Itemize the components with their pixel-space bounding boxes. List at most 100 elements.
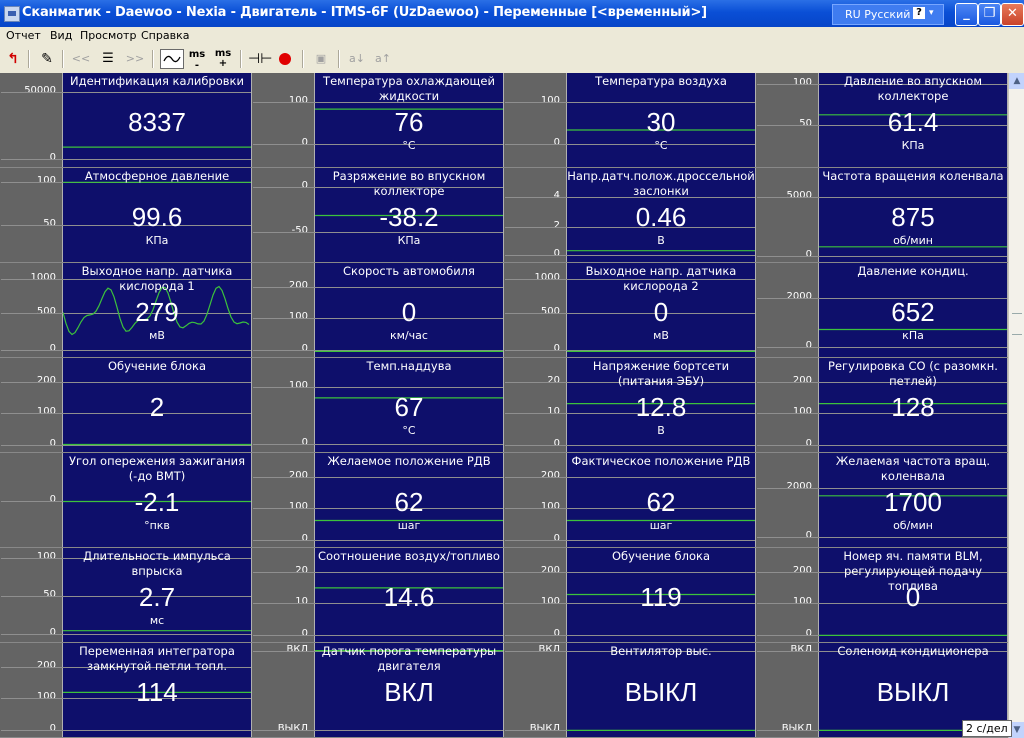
scale-tick-label: 0 xyxy=(301,180,308,191)
sensor-panel[interactable]: Идентификация калибровки 8337 xyxy=(1,73,252,168)
sensor-scale: ВКЛ ВЫКЛ xyxy=(252,643,314,738)
sensor-unit: В xyxy=(657,424,665,437)
scale-gridline xyxy=(505,540,755,541)
sensor-panel[interactable]: Номер яч. памяти BLM, регулирующей подач… xyxy=(757,548,1008,643)
scale-tick-label: 0 xyxy=(301,137,308,149)
sensor-panel[interactable]: Напряжение бортсети (питания ЭБУ) 12.8 В xyxy=(505,358,756,453)
time-scale-decrease-button[interactable]: ms - xyxy=(186,49,208,71)
language-bar[interactable]: RU Русский ? ▾ xyxy=(832,4,944,25)
menu-browse[interactable]: Просмотр xyxy=(80,29,136,42)
sensor-panel[interactable]: Датчик порога температуры двигателя ВКЛ xyxy=(253,643,504,738)
sensor-cell: 100 50 Давление во впускном коллекторе 61.4… xyxy=(756,73,1008,168)
sensor-value: 62 xyxy=(646,487,676,517)
sensor-panel[interactable]: Регулировка CO (с разомкн. петлей) 128 xyxy=(757,358,1008,453)
sensor-value: 62 xyxy=(394,487,424,517)
scale-tick-label: 200 xyxy=(36,374,56,386)
scale-tick-label: 0 xyxy=(301,628,308,640)
sensor-scale: 200 100 0 xyxy=(0,358,62,453)
sort-up-button[interactable]: a↑ xyxy=(372,49,394,69)
scale-gridline xyxy=(505,635,755,636)
sensor-panel[interactable]: Темп.наддува 67 °С xyxy=(253,358,504,453)
sensor-panel[interactable]: Обучение блока 2 xyxy=(1,358,252,453)
sensor-cell: 50000 0 Идентификация калибровки 8337 xyxy=(0,73,252,168)
save-icon[interactable]: ▣ xyxy=(310,49,332,69)
sensor-value: 279 xyxy=(135,297,179,327)
menu-report[interactable]: Отчет xyxy=(6,29,41,42)
sensor-panel[interactable]: Температура воздуха 30 °С xyxy=(505,73,756,168)
waveform-icon[interactable] xyxy=(160,49,184,69)
edit-icon[interactable]: ✎ xyxy=(36,49,58,69)
sensor-panel[interactable]: Переменная интегратора замкнутой петли т… xyxy=(1,643,252,738)
language-label[interactable]: RU Русский xyxy=(845,8,910,21)
scale-tick-label: 0 xyxy=(805,438,812,450)
sensor-scale: 200 100 0 xyxy=(252,453,314,548)
sensor-panel[interactable]: Атмосферное давление 99.6 КПа xyxy=(1,168,252,263)
sensor-cell: 20 10 0 Соотношение воздух/топливо 14.6 xyxy=(252,548,504,643)
help-icon[interactable]: ? xyxy=(913,7,925,19)
scale-tick-label: 100 xyxy=(288,501,308,513)
scale-tick-label: 100 xyxy=(288,379,308,391)
forward-button[interactable]: >> xyxy=(124,49,146,69)
menu-help[interactable]: Справка xyxy=(141,29,189,42)
scale-tick-label: 100 xyxy=(540,94,560,106)
sensor-panel[interactable]: Соотношение воздух/топливо 14.6 xyxy=(253,548,504,643)
scroll-thumb[interactable] xyxy=(1012,313,1022,335)
sensor-panel[interactable]: Разряжение во впускном коллекторе -38.2 КП… xyxy=(253,168,504,263)
sensor-value: 0 xyxy=(905,582,921,612)
sensor-value: 875 xyxy=(891,202,935,232)
sensor-scale: ВКЛ ВЫКЛ xyxy=(756,643,818,738)
sensor-scale: 100 0 xyxy=(252,73,314,168)
sensor-title: Соленоид кондиционера xyxy=(837,644,989,658)
vertical-scrollbar[interactable]: ▲ ▼ xyxy=(1008,73,1024,738)
sensor-panel[interactable]: Температура охлаждающей жидкости 76 °С xyxy=(253,73,504,168)
sensor-value: 0.46 xyxy=(635,202,687,232)
scroll-up-icon[interactable]: ▲ xyxy=(1009,73,1024,89)
scale-tick-label: 20 xyxy=(547,374,560,386)
sensor-panel[interactable]: Угол опережения зажигания (-до ВМТ) -2.1 °… xyxy=(1,453,252,548)
marker-icon[interactable]: ⊣⊢ xyxy=(248,49,272,69)
sensor-panel[interactable]: Выходное напр. датчика кислорода 2 0 мВ xyxy=(505,263,756,358)
sensor-value: 2.7 xyxy=(138,582,176,612)
sensor-panel[interactable]: Напр.датч.полож.дроссельной заслонки 0.46… xyxy=(505,168,756,263)
sensor-panel[interactable]: Желаемая частота вращ. коленвала 1700 об/м… xyxy=(757,453,1008,548)
sensor-panel[interactable]: Желаемое положение РДВ 62 шаг xyxy=(253,453,504,548)
restore-button[interactable]: ❐ xyxy=(978,3,1001,26)
sensor-value: ВКЛ xyxy=(384,677,434,707)
exit-icon[interactable]: ↰ xyxy=(2,49,24,69)
rewind-button[interactable]: << xyxy=(70,49,92,69)
time-scale-increase-button[interactable]: ms + xyxy=(212,49,234,69)
language-options-icon[interactable]: ▾ xyxy=(929,8,937,18)
scale-gridline xyxy=(1,92,251,93)
sensor-value: 128 xyxy=(891,392,935,422)
scale-tick-label: ВЫКЛ xyxy=(529,723,560,735)
sensor-cell: ВКЛ ВЫКЛ Вентилятор выс. ВЫКЛ xyxy=(504,643,756,738)
scale-tick-label: 500 xyxy=(36,306,56,318)
sensor-scale: 200 100 0 xyxy=(504,453,566,548)
sensor-panel[interactable]: Давление кондиц. 652 кПа xyxy=(757,263,1008,358)
sensor-panel[interactable]: Длительность импульса впрыска 2.7 мс xyxy=(1,548,252,643)
sensor-cell: 1000 500 0 Выходное напр. датчика кислорода… xyxy=(0,263,252,358)
sensor-panel[interactable]: Вентилятор выс. ВЫКЛ xyxy=(505,643,756,738)
menu-view[interactable]: Вид xyxy=(50,29,72,42)
sensor-title: Выходное напр. датчика кислорода 2 xyxy=(585,264,737,293)
scale-gridline xyxy=(757,256,1007,257)
sort-down-button[interactable]: a↓ xyxy=(346,49,368,69)
sensor-panel[interactable]: Обучение блока 119 xyxy=(505,548,756,643)
sensor-panel[interactable]: Выходное напр. датчика кислорода 1 279 мВ xyxy=(1,263,252,358)
sensor-unit: °С xyxy=(654,139,668,152)
sensor-scale: 4 2 0 xyxy=(504,168,566,263)
sensor-panel[interactable]: Частота вращения коленвала 875 об/мин xyxy=(757,168,1008,263)
scale-tick-label: 0 xyxy=(553,438,560,450)
sensor-panel[interactable]: Давление во впускном коллекторе 61.4 КПа xyxy=(757,73,1008,168)
list-icon[interactable]: ☰ xyxy=(97,49,119,69)
scale-gridline xyxy=(505,350,755,351)
minimize-button[interactable]: _ xyxy=(955,3,978,26)
scale-tick-label: 0 xyxy=(49,438,56,450)
sensor-panel[interactable]: Фактическое положение РДВ 62 шаг xyxy=(505,453,756,548)
close-button[interactable]: ✕ xyxy=(1001,3,1024,26)
scale-tick-label: 200 xyxy=(36,659,56,671)
record-button[interactable] xyxy=(274,49,296,69)
time-per-division-badge: 2 с/дел xyxy=(962,720,1012,737)
sensor-panel[interactable]: Скорость автомобиля 0 км/час xyxy=(253,263,504,358)
scale-tick-label: 2 xyxy=(553,219,560,231)
